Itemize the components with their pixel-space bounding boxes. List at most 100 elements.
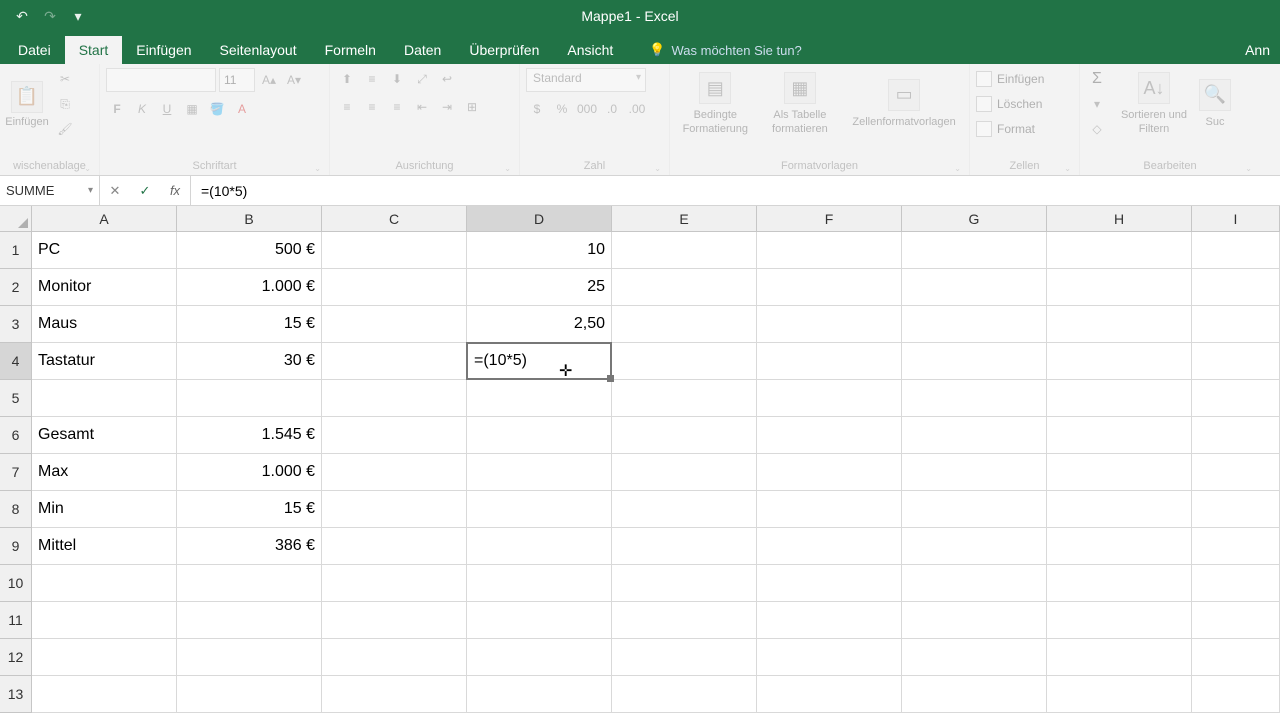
cell-C3[interactable] [322,306,467,343]
cell-A11[interactable] [32,602,177,639]
font-name-input[interactable] [106,68,216,92]
indent-dec-icon[interactable]: ⇤ [411,96,433,118]
cell-F12[interactable] [757,639,902,676]
cell-B1[interactable]: 500 € [177,232,322,269]
cell-D13[interactable] [467,676,612,713]
cell-F10[interactable] [757,565,902,602]
row-header-10[interactable]: 10 [0,565,32,602]
cell-H4[interactable] [1047,343,1192,380]
align-left-icon[interactable]: ≡ [336,96,358,118]
cell-B3[interactable]: 15 € [177,306,322,343]
cancel-formula-icon[interactable]: ✕ [100,176,130,205]
column-header-E[interactable]: E [612,206,757,232]
cell-I1[interactable] [1192,232,1280,269]
sort-filter-button[interactable]: A↓ Sortieren und Filtern [1114,68,1194,140]
decrease-font-icon[interactable]: A▾ [283,69,305,91]
row-header-7[interactable]: 7 [0,454,32,491]
cell-H9[interactable] [1047,528,1192,565]
cell-B9[interactable]: 386 € [177,528,322,565]
cell-G7[interactable] [902,454,1047,491]
column-header-D[interactable]: D [467,206,612,232]
cell-I9[interactable] [1192,528,1280,565]
cell-A5[interactable] [32,380,177,417]
cell-E3[interactable] [612,306,757,343]
bold-button[interactable]: F [106,98,128,120]
tell-me-search[interactable]: 💡 Was möchten Sie tun? [637,36,814,64]
format-as-table-button[interactable]: ▦ Als Tabelle formatieren [761,68,840,140]
cell-G4[interactable] [902,343,1047,380]
cell-E12[interactable] [612,639,757,676]
cell-F6[interactable] [757,417,902,454]
tab-data[interactable]: Daten [390,36,455,64]
active-cell-editor[interactable]: =(10*5) [466,342,612,380]
column-header-B[interactable]: B [177,206,322,232]
align-top-icon[interactable]: ⬆ [336,68,358,90]
cell-A12[interactable] [32,639,177,676]
cell-C2[interactable] [322,269,467,306]
column-header-F[interactable]: F [757,206,902,232]
cell-I3[interactable] [1192,306,1280,343]
fill-color-icon[interactable]: 🪣 [206,98,228,120]
cell-B8[interactable]: 15 € [177,491,322,528]
cell-D3[interactable]: 2,50 [467,306,612,343]
cell-H5[interactable] [1047,380,1192,417]
cell-A7[interactable]: Max [32,454,177,491]
tab-insert[interactable]: Einfügen [122,36,205,64]
column-header-I[interactable]: I [1192,206,1280,232]
wrap-text-icon[interactable]: ↩ [436,68,458,90]
cell-H10[interactable] [1047,565,1192,602]
cell-A8[interactable]: Min [32,491,177,528]
cell-D6[interactable] [467,417,612,454]
cell-I13[interactable] [1192,676,1280,713]
cell-E5[interactable] [612,380,757,417]
orientation-icon[interactable]: ⤢ [411,68,433,90]
find-select-button[interactable]: 🔍 Suc [1200,68,1230,140]
column-header-A[interactable]: A [32,206,177,232]
tab-view[interactable]: Ansicht [553,36,627,64]
merge-icon[interactable]: ⊞ [461,96,483,118]
cell-A9[interactable]: Mittel [32,528,177,565]
cell-D7[interactable] [467,454,612,491]
qat-customize-icon[interactable]: ▾ [68,6,88,26]
font-size-input[interactable] [219,68,255,92]
cell-F7[interactable] [757,454,902,491]
cell-G1[interactable] [902,232,1047,269]
cell-C7[interactable] [322,454,467,491]
cell-A3[interactable]: Maus [32,306,177,343]
row-header-1[interactable]: 1 [0,232,32,269]
insert-cells-button[interactable]: Einfügen [976,68,1044,90]
cell-I12[interactable] [1192,639,1280,676]
name-box[interactable]: SUMME [0,176,100,205]
conditional-formatting-button[interactable]: ▤ Bedingte Formatierung [676,68,755,140]
cell-E8[interactable] [612,491,757,528]
cell-E10[interactable] [612,565,757,602]
cell-A13[interactable] [32,676,177,713]
align-bottom-icon[interactable]: ⬇ [386,68,408,90]
cell-H1[interactable] [1047,232,1192,269]
cell-F8[interactable] [757,491,902,528]
cell-I7[interactable] [1192,454,1280,491]
redo-icon[interactable]: ↷ [40,6,60,26]
format-painter-icon[interactable]: 🖌 [54,118,76,140]
cell-E13[interactable] [612,676,757,713]
cell-F9[interactable] [757,528,902,565]
row-header-12[interactable]: 12 [0,639,32,676]
cell-B10[interactable] [177,565,322,602]
cell-H13[interactable] [1047,676,1192,713]
cell-G8[interactable] [902,491,1047,528]
cell-H6[interactable] [1047,417,1192,454]
cell-F4[interactable] [757,343,902,380]
cell-D10[interactable] [467,565,612,602]
column-header-G[interactable]: G [902,206,1047,232]
row-header-13[interactable]: 13 [0,676,32,713]
number-format-combo[interactable]: Standard [526,68,646,92]
cell-A4[interactable]: Tastatur [32,343,177,380]
cell-D1[interactable]: 10 [467,232,612,269]
borders-icon[interactable]: ▦ [181,98,203,120]
cell-B11[interactable] [177,602,322,639]
cell-F3[interactable] [757,306,902,343]
align-center-icon[interactable]: ≡ [361,96,383,118]
cell-styles-button[interactable]: ▭ Zellenformatvorlagen [845,68,963,140]
cell-I6[interactable] [1192,417,1280,454]
row-header-3[interactable]: 3 [0,306,32,343]
